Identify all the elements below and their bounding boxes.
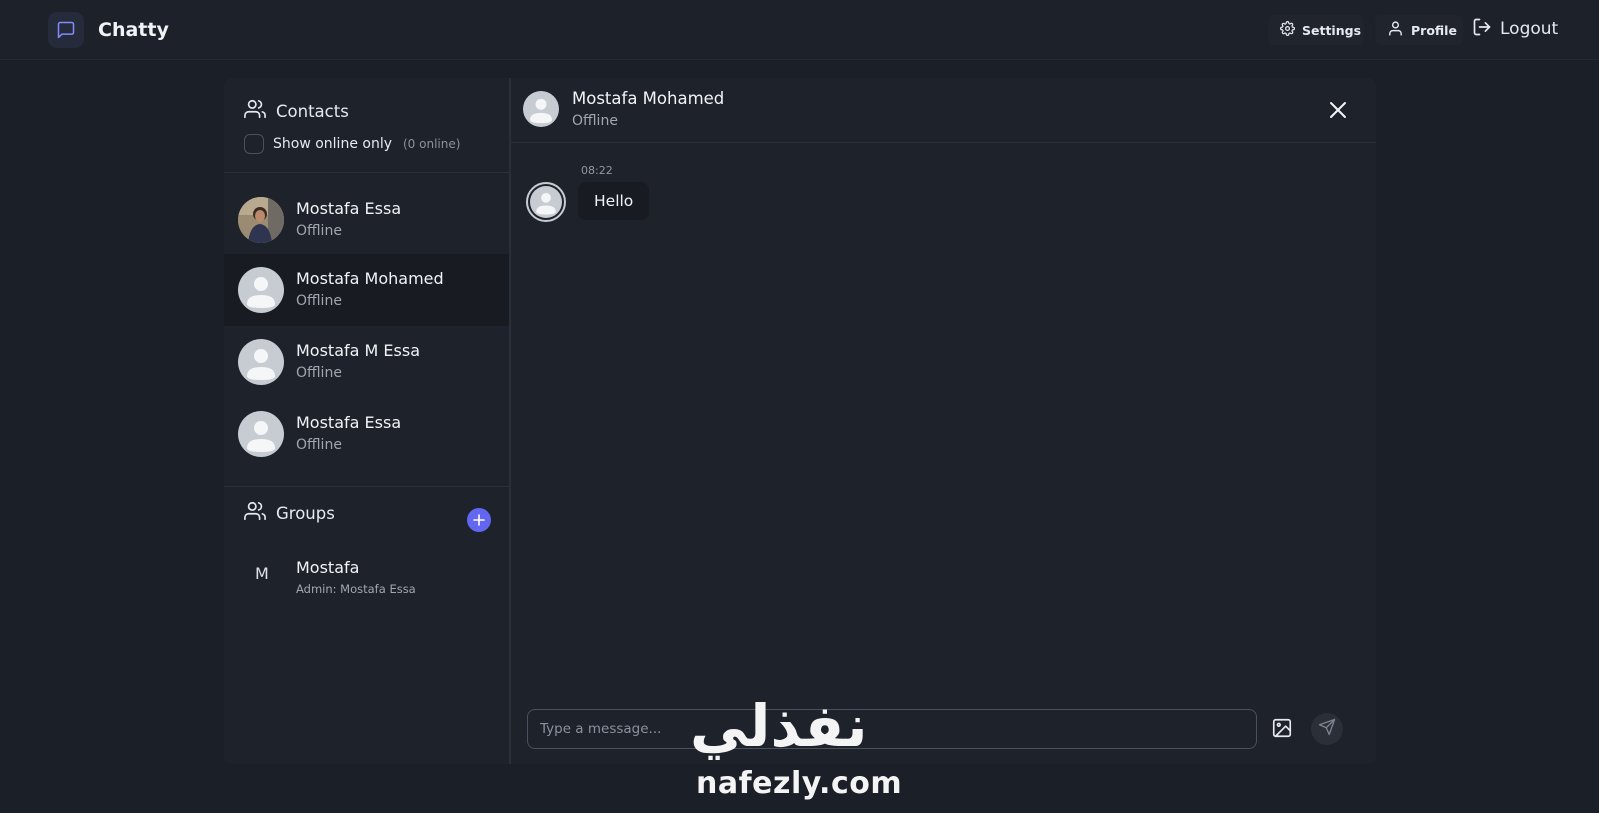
image-icon bbox=[1271, 718, 1293, 743]
sidebar: Contacts Show online only (0 online) Mos bbox=[224, 78, 511, 764]
message-bubble: Hello bbox=[578, 182, 650, 220]
contact-status: Offline bbox=[296, 437, 342, 453]
online-count: (0 online) bbox=[403, 137, 461, 151]
attach-image-button[interactable] bbox=[1271, 717, 1295, 741]
groups-title: Groups bbox=[276, 503, 335, 523]
message-input[interactable] bbox=[528, 710, 1256, 748]
chat-bubble-icon bbox=[48, 12, 84, 48]
message-composer bbox=[527, 709, 1257, 749]
brand[interactable]: Chatty bbox=[48, 12, 169, 48]
logout-label: Logout bbox=[1500, 19, 1559, 39]
message-time: 08:22 bbox=[581, 164, 613, 177]
profile-button[interactable]: Profile bbox=[1375, 15, 1463, 45]
logout-icon bbox=[1472, 17, 1492, 42]
app-name: Chatty bbox=[98, 19, 169, 41]
watermark: نفذلي nafezly.com bbox=[688, 692, 902, 812]
settings-label: Settings bbox=[1302, 22, 1362, 38]
gear-icon bbox=[1280, 21, 1295, 39]
chat-area: Mostafa Mohamed Offline 08:22 Hello bbox=[511, 78, 1376, 764]
contacts-title: Contacts bbox=[276, 101, 349, 121]
group-initial: M bbox=[255, 564, 269, 583]
avatar bbox=[238, 197, 284, 243]
logout-button[interactable]: Logout bbox=[1470, 14, 1558, 44]
default-avatar-icon bbox=[238, 267, 284, 313]
chat-contact-status: Offline bbox=[572, 113, 618, 129]
divider bbox=[224, 486, 509, 487]
contact-name: Mostafa Essa bbox=[296, 199, 402, 218]
message-avatar bbox=[526, 182, 566, 222]
contact-name: Mostafa M Essa bbox=[296, 341, 421, 360]
default-avatar-icon bbox=[238, 411, 284, 457]
close-icon bbox=[1327, 102, 1349, 125]
watermark-latin: nafezly.com bbox=[696, 766, 903, 801]
default-avatar-icon bbox=[530, 186, 562, 218]
contact-status: Offline bbox=[296, 223, 342, 239]
contacts-header: Contacts bbox=[244, 98, 349, 124]
close-chat-button[interactable] bbox=[1327, 99, 1349, 121]
contact-name: Mostafa Mohamed bbox=[296, 269, 444, 288]
contact-name: Mostafa Essa bbox=[296, 413, 402, 432]
groups-header: Groups bbox=[244, 500, 335, 526]
default-avatar-icon bbox=[523, 91, 559, 127]
user-icon bbox=[1387, 20, 1404, 40]
settings-button[interactable]: Settings bbox=[1268, 15, 1364, 45]
chat-contact-name: Mostafa Mohamed bbox=[572, 89, 725, 108]
plus-icon bbox=[473, 511, 485, 530]
group-item[interactable]: M Mostafa Admin: Mostafa Essa bbox=[224, 550, 509, 600]
group-name: Mostafa bbox=[296, 558, 360, 577]
default-avatar-icon bbox=[238, 339, 284, 385]
chat-panel: Contacts Show online only (0 online) Mos bbox=[224, 78, 1376, 764]
add-group-button[interactable] bbox=[467, 508, 491, 532]
top-navbar: Chatty Settings Profile Logout bbox=[0, 0, 1599, 60]
profile-label: Profile bbox=[1411, 22, 1457, 38]
online-only-checkbox[interactable] bbox=[244, 134, 264, 154]
online-filter-label: Show online only bbox=[273, 136, 392, 152]
contact-item-active[interactable]: Mostafa Mohamed Offline bbox=[224, 254, 509, 326]
divider bbox=[224, 172, 509, 173]
contact-item[interactable]: Mostafa Essa Offline bbox=[224, 398, 509, 470]
send-icon bbox=[1318, 718, 1336, 740]
contact-item[interactable]: Mostafa M Essa Offline bbox=[224, 326, 509, 398]
users-icon bbox=[244, 98, 266, 124]
group-admin: Admin: Mostafa Essa bbox=[296, 582, 416, 596]
contact-status: Offline bbox=[296, 365, 342, 381]
chat-header: Mostafa Mohamed Offline bbox=[511, 78, 1376, 143]
watermark-arabic: نفذلي bbox=[690, 692, 868, 760]
users-icon bbox=[244, 500, 266, 526]
send-button[interactable] bbox=[1311, 713, 1343, 745]
contact-item[interactable]: Mostafa Essa Offline bbox=[224, 184, 509, 256]
contact-status: Offline bbox=[296, 293, 342, 309]
online-filter[interactable]: Show online only (0 online) bbox=[244, 134, 460, 154]
